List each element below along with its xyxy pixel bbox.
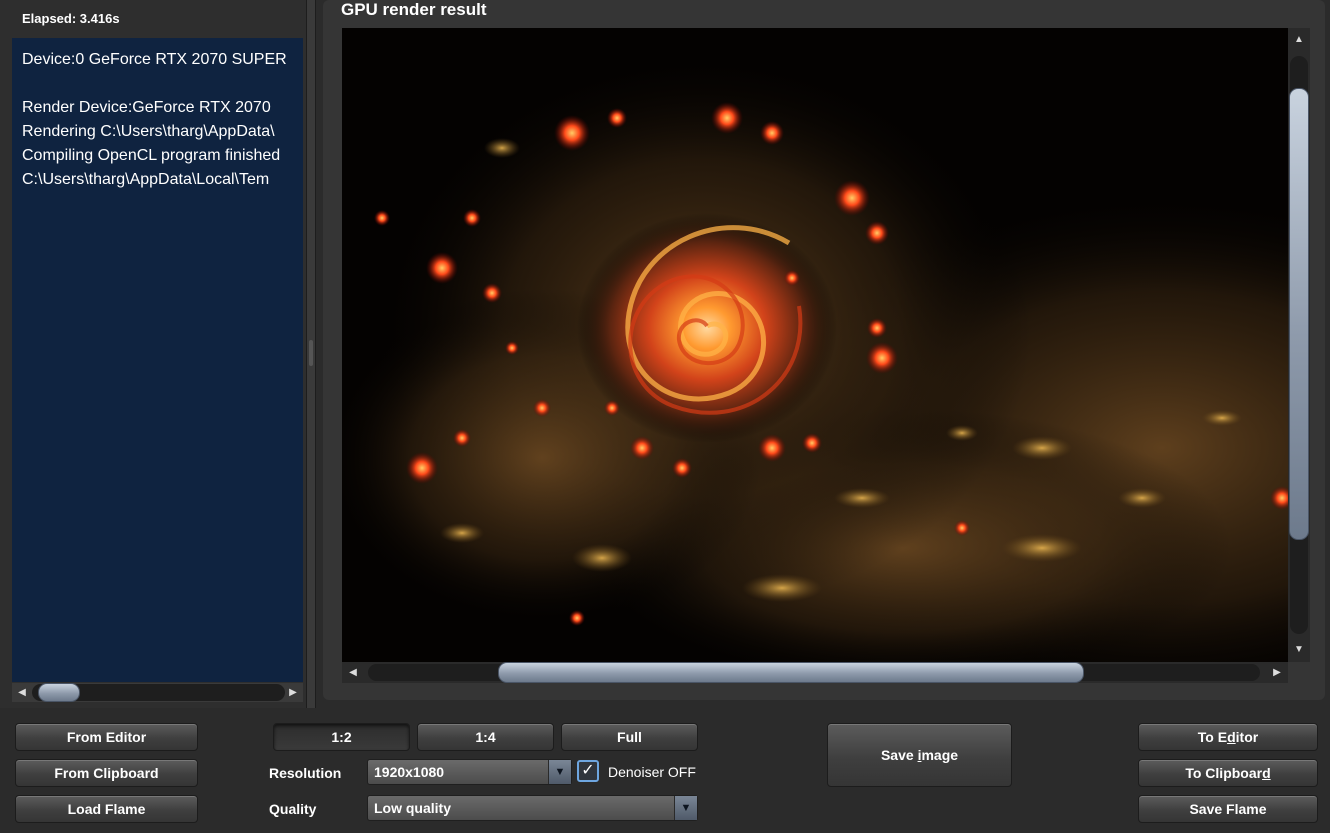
scroll-up-arrow-icon[interactable]: ▲	[1291, 30, 1307, 49]
panel-title: GPU render result	[341, 0, 487, 19]
render-vertical-scrollbar[interactable]: ▲ ▼	[1288, 28, 1310, 662]
denoiser-label: Denoiser OFF	[608, 764, 696, 780]
log-line: Rendering C:\Users\tharg\AppData\	[22, 123, 275, 140]
to-editor-label: To Editor	[1198, 729, 1258, 745]
fractal-flame-image	[342, 28, 1288, 662]
chevron-down-icon[interactable]: ▼	[548, 760, 571, 784]
save-image-label: Save image	[881, 747, 958, 763]
label-part: mage	[921, 747, 959, 763]
render-horizontal-scrollbar[interactable]: ◀ ▶	[342, 662, 1288, 683]
scroll-corner	[1288, 662, 1310, 683]
to-editor-button[interactable]: To Editor	[1138, 723, 1318, 751]
log-line: Compiling OpenCL program finished	[22, 147, 281, 164]
mnemonic: d	[1227, 729, 1236, 745]
render-image	[342, 28, 1288, 662]
save-flame-button[interactable]: Save Flame	[1138, 795, 1318, 823]
chevron-down-icon[interactable]: ▼	[674, 796, 697, 820]
resolution-value: 1920x1080	[374, 764, 445, 780]
log-horizontal-scrollbar[interactable]: ◀ ▶	[12, 683, 303, 702]
resolution-select[interactable]: 1920x1080 ▼	[367, 759, 572, 785]
to-clipboard-button[interactable]: To Clipboard	[1138, 759, 1318, 787]
scale-1-2-button[interactable]: 1:2	[273, 723, 410, 751]
scroll-thumb[interactable]	[38, 683, 80, 702]
load-flame-button[interactable]: Load Flame	[15, 795, 198, 823]
quality-select[interactable]: Low quality ▼	[367, 795, 698, 821]
label-part: To E	[1197, 729, 1228, 745]
splitter-grip[interactable]	[309, 340, 313, 366]
quality-value: Low quality	[374, 800, 451, 816]
quality-label: Quality	[269, 801, 317, 817]
log-line: Device:0 GeForce RTX 2070 SUPER	[22, 51, 287, 68]
scroll-right-arrow-icon[interactable]: ▶	[285, 683, 301, 702]
to-clipboard-label: To Clipboard	[1185, 765, 1270, 781]
resolution-label: Resolution	[269, 765, 342, 781]
scroll-thumb[interactable]	[1289, 88, 1309, 540]
log-line: C:\Users\tharg\AppData\Local\Tem	[22, 171, 270, 188]
checkmark-icon: ✓	[581, 762, 595, 779]
log-text-area[interactable]: Device:0 GeForce RTX 2070 SUPER Render D…	[12, 38, 303, 682]
save-image-button[interactable]: Save image	[827, 723, 1012, 787]
log-line: Render Device:GeForce RTX 2070	[22, 99, 271, 116]
label-part: itor	[1235, 729, 1259, 745]
label-part: To Clipboar	[1185, 765, 1263, 781]
from-clipboard-button[interactable]: From Clipboard	[15, 759, 198, 787]
scroll-left-arrow-icon[interactable]: ◀	[345, 663, 361, 682]
scroll-left-arrow-icon[interactable]: ◀	[14, 683, 30, 702]
mnemonic: d	[1262, 765, 1271, 781]
scroll-down-arrow-icon[interactable]: ▼	[1291, 640, 1307, 659]
label-part: Save	[880, 747, 918, 763]
scroll-right-arrow-icon[interactable]: ▶	[1269, 663, 1285, 682]
scale-1-4-button[interactable]: 1:4	[417, 723, 554, 751]
from-editor-button[interactable]: From Editor	[15, 723, 198, 751]
denoiser-checkbox[interactable]: ✓	[577, 760, 599, 782]
scroll-thumb[interactable]	[498, 662, 1084, 683]
scale-full-button[interactable]: Full	[561, 723, 698, 751]
elapsed-time-label: Elapsed: 3.416s	[22, 11, 120, 26]
